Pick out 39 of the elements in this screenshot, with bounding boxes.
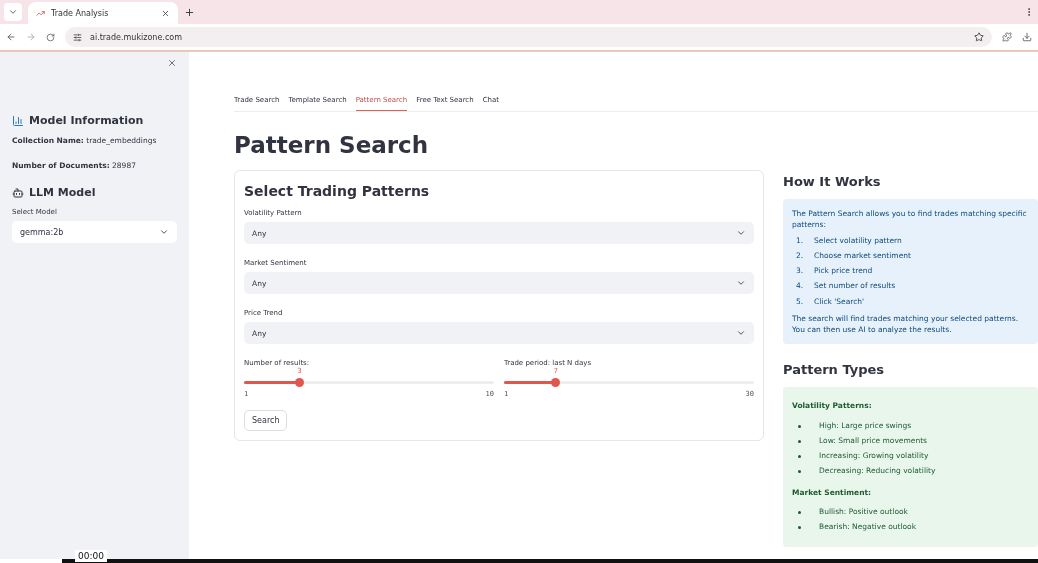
address-bar[interactable]: ai.trade.mukizone.com xyxy=(65,27,992,47)
extensions-icon[interactable] xyxy=(1002,32,1012,42)
site-settings-icon[interactable] xyxy=(73,32,82,42)
bar-chart-icon xyxy=(12,114,24,127)
close-icon[interactable] xyxy=(161,8,170,18)
bullet-icon xyxy=(798,470,801,474)
back-icon[interactable] xyxy=(6,32,16,42)
chevron-icon xyxy=(736,228,746,238)
chevron-icon xyxy=(736,278,746,288)
download-icon[interactable] xyxy=(1022,32,1032,42)
section-heading: Pattern Types xyxy=(783,362,886,378)
search-button[interactable]: Search xyxy=(244,410,288,431)
chevron-icon xyxy=(736,328,746,338)
reload-icon[interactable] xyxy=(46,32,55,42)
bullet-icon xyxy=(798,455,801,458)
section-heading: How It Works xyxy=(783,174,882,189)
model-select[interactable]: gemma:2b xyxy=(12,221,177,243)
chevron-icon xyxy=(159,227,169,237)
url-text: ai.trade.mukizone.com xyxy=(90,32,182,42)
slider-thumb[interactable] xyxy=(551,377,561,387)
bullet-icon xyxy=(798,526,801,529)
robot-icon xyxy=(12,186,24,199)
page-title: Pattern Search xyxy=(234,132,430,158)
section-heading: LLM Model xyxy=(29,186,96,199)
video-progress-bar[interactable] xyxy=(0,559,1038,563)
bookmark-icon[interactable] xyxy=(974,32,984,42)
browser-tab[interactable]: Trade Analysis xyxy=(28,2,178,24)
section-heading: Model Information xyxy=(29,114,144,127)
slider-thumb[interactable] xyxy=(295,377,304,387)
video-time: 00:00 xyxy=(75,550,107,562)
chart-icon xyxy=(36,8,45,18)
bullet-icon xyxy=(798,439,801,443)
close-icon[interactable] xyxy=(167,58,177,68)
tab-title: Trade Analysis xyxy=(51,8,109,18)
new-tab-icon[interactable] xyxy=(184,6,195,18)
card-title: Select Trading Patterns xyxy=(244,183,431,199)
bullet-icon xyxy=(798,510,801,514)
bullet-icon xyxy=(798,424,801,428)
chevron-icon xyxy=(8,7,18,17)
